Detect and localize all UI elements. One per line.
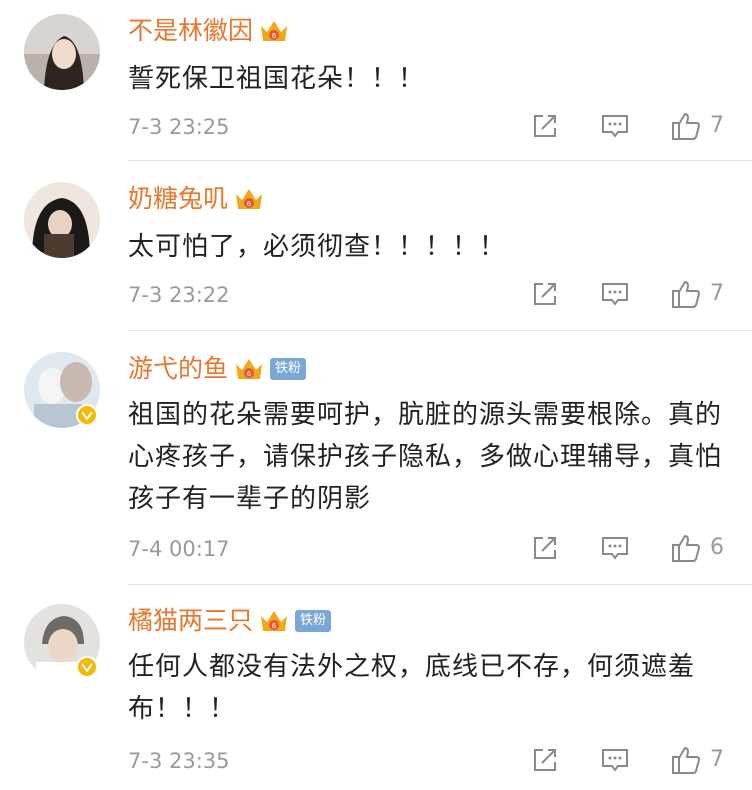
like-count: 7	[710, 747, 724, 772]
comment-icon	[602, 537, 628, 560]
thumbs-up-icon	[672, 746, 701, 774]
fan-badge: 铁粉	[270, 358, 307, 380]
comment-button[interactable]	[600, 745, 630, 775]
comment-button[interactable]	[600, 111, 630, 141]
share-button[interactable]	[530, 745, 560, 775]
thumbs-up-icon	[672, 280, 701, 308]
like-button[interactable]: 6	[670, 532, 724, 564]
like-button[interactable]: 7	[670, 744, 724, 776]
like-count: 6	[710, 535, 724, 560]
comment-text: 太可怕了，必须彻查！！！！！	[128, 232, 507, 262]
like-button[interactable]: 7	[670, 110, 724, 142]
username[interactable]: 奶糖兔叽	[128, 184, 228, 214]
crown-badge-icon: 6	[261, 21, 288, 41]
like-count: 7	[710, 281, 724, 306]
comment-icon	[602, 749, 628, 772]
share-button[interactable]	[530, 111, 560, 141]
divider	[128, 330, 752, 331]
svg-text:6: 6	[247, 200, 252, 208]
share-button[interactable]	[530, 533, 560, 563]
timestamp: 7-3 23:25	[128, 115, 230, 139]
like-button[interactable]: 7	[670, 278, 724, 310]
comment-button[interactable]	[600, 279, 630, 309]
username[interactable]: 游弋的鱼	[128, 354, 228, 384]
crown-badge-icon: 6	[261, 611, 288, 631]
comment-feed: 不是林徽因 6 誓死保卫祖国花朵！！！ 7-3 23:25 7 奶糖兔叽 6 太…	[0, 0, 752, 790]
thumbs-up-icon	[672, 112, 701, 140]
crown-badge-icon: 6	[236, 359, 263, 379]
share-icon	[534, 283, 556, 305]
thumbs-up-icon	[672, 534, 701, 562]
divider	[128, 160, 752, 161]
share-icon	[534, 537, 556, 559]
username[interactable]: 不是林徽因	[128, 16, 253, 46]
divider	[128, 584, 752, 585]
fan-badge: 铁粉	[295, 610, 332, 632]
svg-text:6: 6	[272, 32, 277, 40]
verified-v-icon	[76, 404, 98, 426]
share-button[interactable]	[530, 279, 560, 309]
svg-text:6: 6	[247, 370, 252, 378]
timestamp: 7-3 23:22	[128, 283, 230, 307]
timestamp: 7-4 00:17	[128, 537, 230, 561]
like-count: 7	[710, 113, 724, 138]
comment-icon	[602, 283, 628, 306]
verified-v-icon	[76, 656, 98, 678]
comment-text: 祖国的花朵需要呵护，肮脏的源头需要根除。真的心疼孩子，请保护孩子隐私，多做心理辅…	[128, 400, 723, 514]
avatar[interactable]	[24, 604, 100, 680]
comment-icon	[602, 115, 628, 138]
comment-button[interactable]	[600, 533, 630, 563]
crown-badge-icon: 6	[236, 189, 263, 209]
comment-text: 誓死保卫祖国花朵！！！	[128, 64, 426, 94]
share-icon	[534, 115, 556, 137]
username[interactable]: 橘猫两三只	[128, 606, 253, 636]
comment-text: 任何人都没有法外之权，底线已不存，何须遮羞布！！！	[128, 652, 696, 724]
svg-text:6: 6	[272, 622, 277, 630]
share-icon	[534, 749, 556, 771]
avatar[interactable]	[24, 182, 100, 258]
avatar[interactable]	[24, 352, 100, 428]
avatar[interactable]	[24, 14, 100, 90]
timestamp: 7-3 23:35	[128, 749, 230, 773]
